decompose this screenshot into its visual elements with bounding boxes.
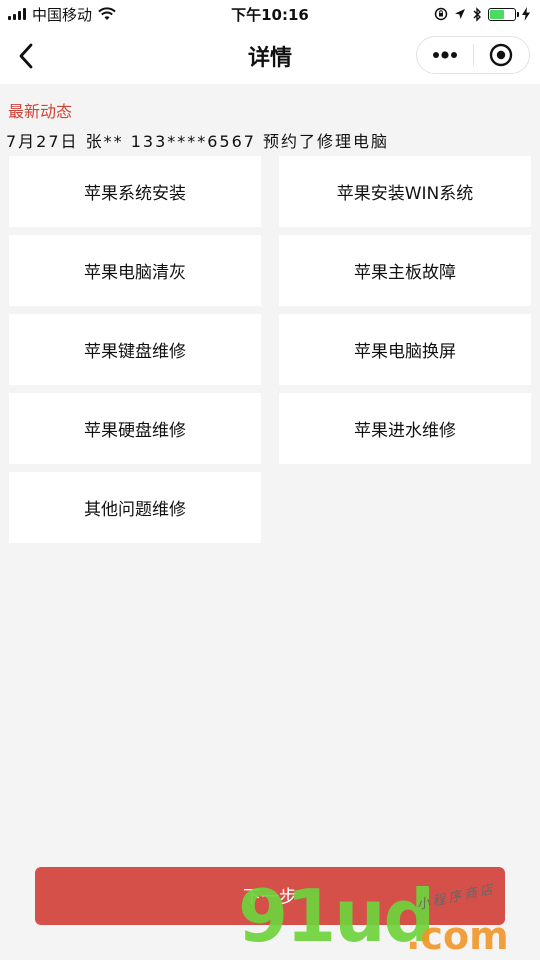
signal-icon bbox=[8, 8, 26, 20]
target-close-icon bbox=[490, 43, 513, 67]
latest-activity-text: 7月27日 张** 133****6567 预约了修理电脑 bbox=[6, 132, 390, 151]
carrier-label: 中国移动 bbox=[32, 5, 93, 24]
latest-news-title: 最新动态 bbox=[8, 102, 73, 121]
page-title: 详情 bbox=[247, 46, 292, 71]
nav-bar: 详情 bbox=[0, 28, 540, 84]
more-dots-icon bbox=[432, 51, 457, 59]
service-card-keyboard[interactable]: 苹果键盘维修 bbox=[9, 314, 261, 385]
service-card-dust-cleaning[interactable]: 苹果电脑清灰 bbox=[9, 235, 261, 306]
status-bar: 中国移动 下午10:16 bbox=[0, 0, 540, 28]
service-card-motherboard[interactable]: 苹果主板故障 bbox=[279, 235, 531, 306]
status-left: 中国移动 bbox=[8, 4, 116, 25]
service-card-screen-replace[interactable]: 苹果电脑换屏 bbox=[279, 314, 531, 385]
service-grid: 苹果系统安装 苹果安装WIN系统 苹果电脑清灰 苹果主板故障 苹果键盘维修 苹果… bbox=[9, 156, 531, 543]
service-card-water-damage[interactable]: 苹果进水维修 bbox=[279, 393, 531, 464]
orientation-lock-icon bbox=[434, 7, 448, 21]
close-mini-program-button[interactable] bbox=[474, 37, 530, 73]
service-card-win-install[interactable]: 苹果安装WIN系统 bbox=[279, 156, 531, 227]
service-card-hard-disk[interactable]: 苹果硬盘维修 bbox=[9, 393, 261, 464]
wifi-icon bbox=[98, 7, 116, 20]
status-right bbox=[434, 6, 530, 22]
mini-program-capsule bbox=[416, 36, 530, 74]
location-icon bbox=[455, 9, 465, 19]
more-button[interactable] bbox=[417, 37, 473, 73]
next-step-label: 下一步 bbox=[243, 887, 297, 908]
charging-icon bbox=[522, 7, 530, 21]
back-button[interactable] bbox=[6, 36, 46, 76]
service-card-other[interactable]: 其他问题维修 bbox=[9, 472, 261, 543]
next-step-button[interactable]: 下一步 bbox=[35, 867, 505, 925]
chevron-left-icon bbox=[19, 43, 33, 69]
service-card-system-install[interactable]: 苹果系统安装 bbox=[9, 156, 261, 227]
battery-icon bbox=[488, 7, 519, 21]
bluetooth-icon bbox=[473, 6, 481, 22]
